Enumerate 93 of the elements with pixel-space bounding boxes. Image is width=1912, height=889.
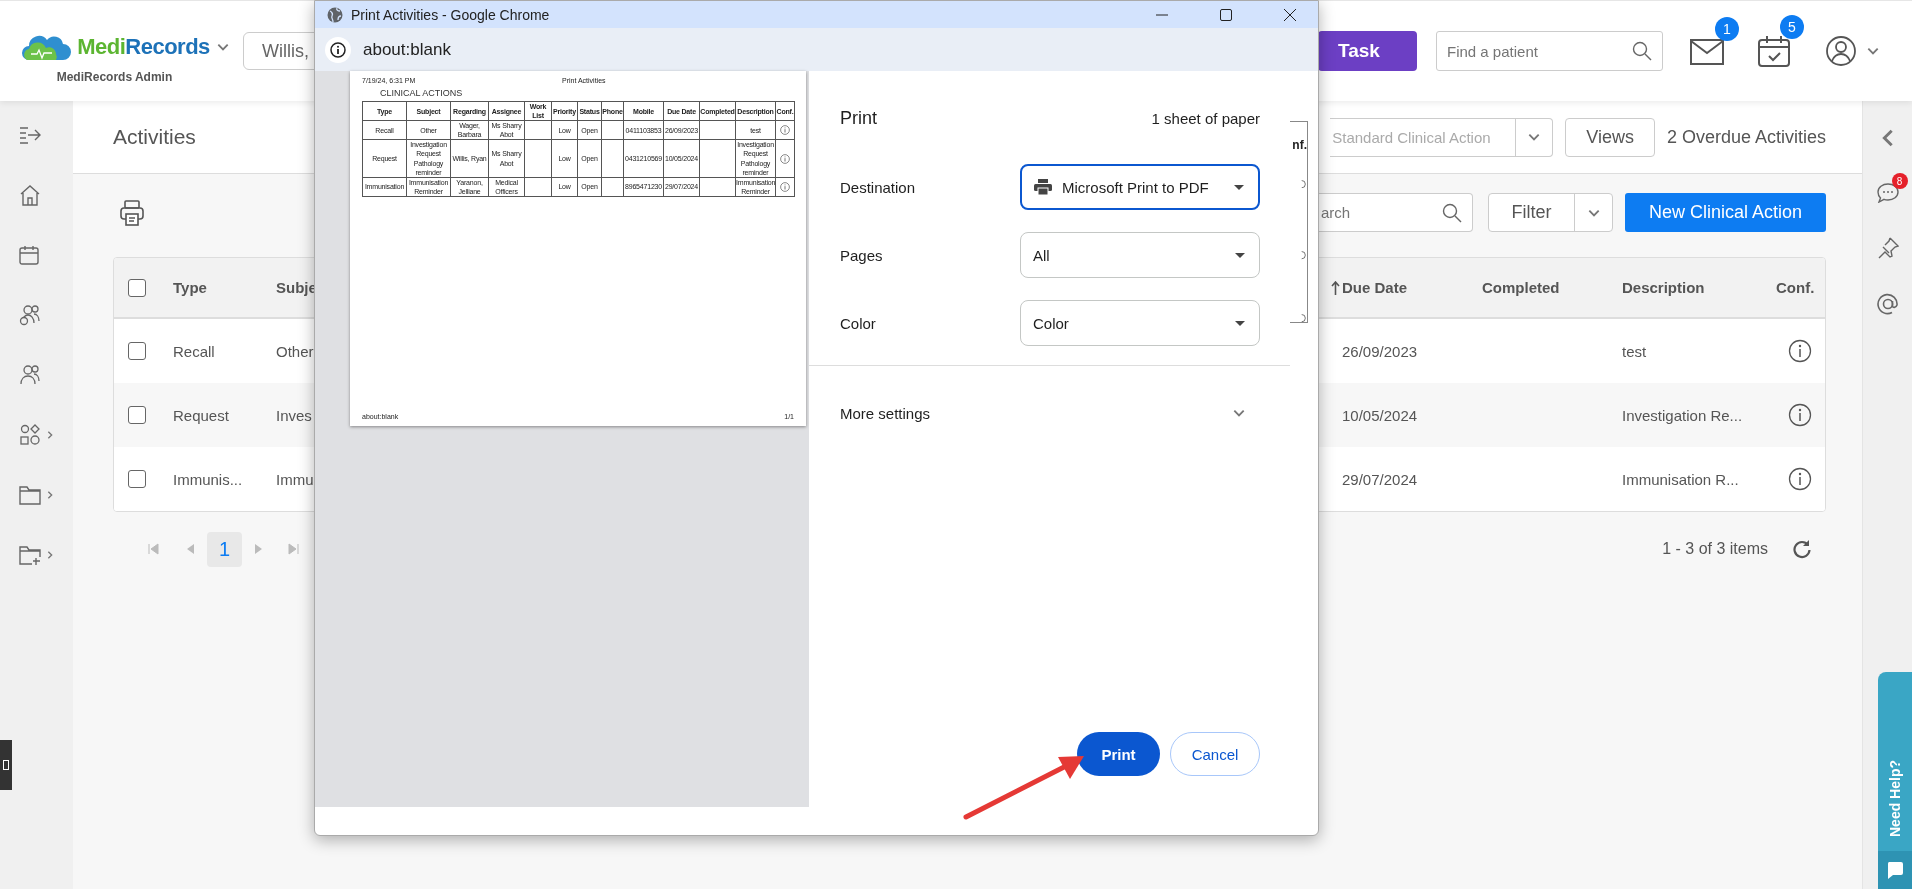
sort-up-icon[interactable]	[1331, 280, 1340, 295]
table-cell: Immu	[276, 470, 314, 488]
print-button[interactable]: Print	[1077, 732, 1160, 776]
at-sign-icon[interactable]	[1876, 293, 1899, 315]
column-header[interactable]: Description	[1622, 279, 1705, 296]
help-label: Need Help?	[1887, 760, 1903, 837]
checkbox[interactable]	[128, 342, 146, 360]
mail-icon[interactable]	[1690, 37, 1725, 65]
calendar-check-icon[interactable]	[1758, 35, 1790, 67]
window-title: Print Activities - Google Chrome	[351, 6, 551, 23]
notification-badge: 8	[1891, 173, 1908, 189]
checkbox[interactable]	[128, 470, 146, 488]
table-cell: Immunisation R...	[1622, 470, 1739, 488]
select-field[interactable]: Microsoft Print to PDF	[1020, 164, 1260, 210]
search-field[interactable]: arch	[1319, 193, 1473, 232]
more-settings-label[interactable]: More settings	[840, 404, 931, 422]
folder-icon[interactable]	[19, 485, 41, 505]
logo-word: Medi	[77, 34, 126, 59]
table-cell: 26/09/2023	[1342, 342, 1418, 360]
people-icon[interactable]	[19, 364, 41, 386]
logo-word: Records	[125, 34, 210, 59]
chat-icon[interactable]	[1876, 183, 1899, 203]
column-header[interactable]: Type	[173, 279, 207, 296]
column-header: nf.	[1292, 138, 1307, 152]
table-cell: Request	[173, 406, 229, 424]
info-icon	[780, 153, 790, 164]
column-header[interactable]: Conf.	[1776, 279, 1815, 296]
column-header[interactable]: Completed	[1482, 279, 1560, 296]
globe-icon	[327, 6, 343, 23]
report-heading: CLINICAL ACTIONS	[380, 88, 463, 98]
column-header[interactable]: Due Date	[1331, 279, 1408, 296]
overdue-count: 2 Overdue Activities	[1666, 126, 1826, 148]
select-field[interactable]: All	[1020, 232, 1260, 278]
checkbox[interactable]	[128, 406, 146, 424]
close-icon[interactable]	[1284, 8, 1296, 21]
people-clock-icon[interactable]	[19, 304, 41, 326]
dropdown-arrow-icon[interactable]	[1234, 184, 1244, 190]
search-icon[interactable]	[1442, 203, 1462, 223]
printer-icon	[1034, 179, 1052, 195]
notification-badge: 5	[1780, 15, 1804, 39]
views-button[interactable]: Views	[1565, 117, 1655, 157]
new-clinical-action-button[interactable]: New Clinical Action	[1625, 193, 1826, 232]
refresh-icon[interactable]	[1792, 539, 1812, 559]
table-cell: 10/05/2024	[1342, 406, 1418, 424]
square-icon	[3, 760, 9, 770]
account-name: MediRecords Admin	[56, 70, 173, 84]
table-cell: Recall	[173, 342, 215, 360]
home-icon[interactable]	[19, 184, 41, 206]
table-cell: 29/07/2024	[1342, 470, 1418, 488]
info-icon[interactable]	[330, 41, 346, 58]
items-count: 1 - 3 of 3 items	[1662, 540, 1768, 558]
table-cell: test	[1622, 342, 1647, 360]
checkbox[interactable]	[128, 278, 146, 297]
page-title: Activities	[113, 125, 196, 149]
chevron-right-icon[interactable]	[45, 430, 55, 440]
page-button[interactable]: 1	[207, 531, 242, 567]
patient-search-field[interactable]: Find a patient	[1436, 31, 1663, 71]
info-icon[interactable]	[1788, 339, 1812, 363]
calendar-icon[interactable]	[19, 245, 39, 265]
side-tab[interactable]	[0, 740, 12, 790]
table-cell: Investigation Re...	[1622, 406, 1743, 424]
chevron-right-icon[interactable]	[45, 550, 55, 560]
task-button[interactable]: Task	[1318, 31, 1417, 71]
info-icon	[780, 181, 790, 192]
cancel-button[interactable]: Cancel	[1170, 732, 1260, 776]
table-cell: Other	[276, 342, 314, 360]
sheet-count: 1 sheet of paper	[1151, 109, 1260, 127]
shapes-icon[interactable]	[19, 424, 41, 446]
info-icon[interactable]	[1788, 467, 1812, 491]
field-label: Color	[840, 314, 877, 332]
field-label: Destination	[840, 178, 917, 196]
search-icon[interactable]	[1632, 41, 1652, 61]
column-header[interactable]: Subje	[276, 279, 317, 296]
address-text: about:blank	[363, 39, 451, 60]
dropdown-arrow-icon[interactable]	[1235, 252, 1245, 258]
print-icon[interactable]	[120, 199, 144, 226]
field-label: Pages	[840, 246, 884, 264]
dialog-title: Print	[840, 107, 877, 129]
speech-bubble-icon[interactable]	[1886, 861, 1904, 879]
notification-badge: 1	[1715, 17, 1739, 41]
table-cell: Immunis...	[173, 470, 243, 488]
user-avatar-icon[interactable]	[1826, 36, 1856, 66]
dropdown-arrow-icon[interactable]	[1235, 320, 1245, 326]
select-field[interactable]: Color	[1020, 300, 1260, 346]
chevron-right-icon[interactable]	[45, 490, 55, 500]
info-icon	[780, 125, 790, 136]
info-icon[interactable]	[1788, 403, 1812, 427]
pin-icon[interactable]	[1876, 237, 1899, 259]
maximize-icon[interactable]	[1220, 8, 1232, 21]
expand-menu-icon[interactable]	[19, 125, 41, 145]
table-cell: Inves	[276, 406, 312, 424]
filter-button[interactable]: Filter	[1488, 193, 1613, 232]
folder-add-icon[interactable]	[19, 545, 41, 565]
